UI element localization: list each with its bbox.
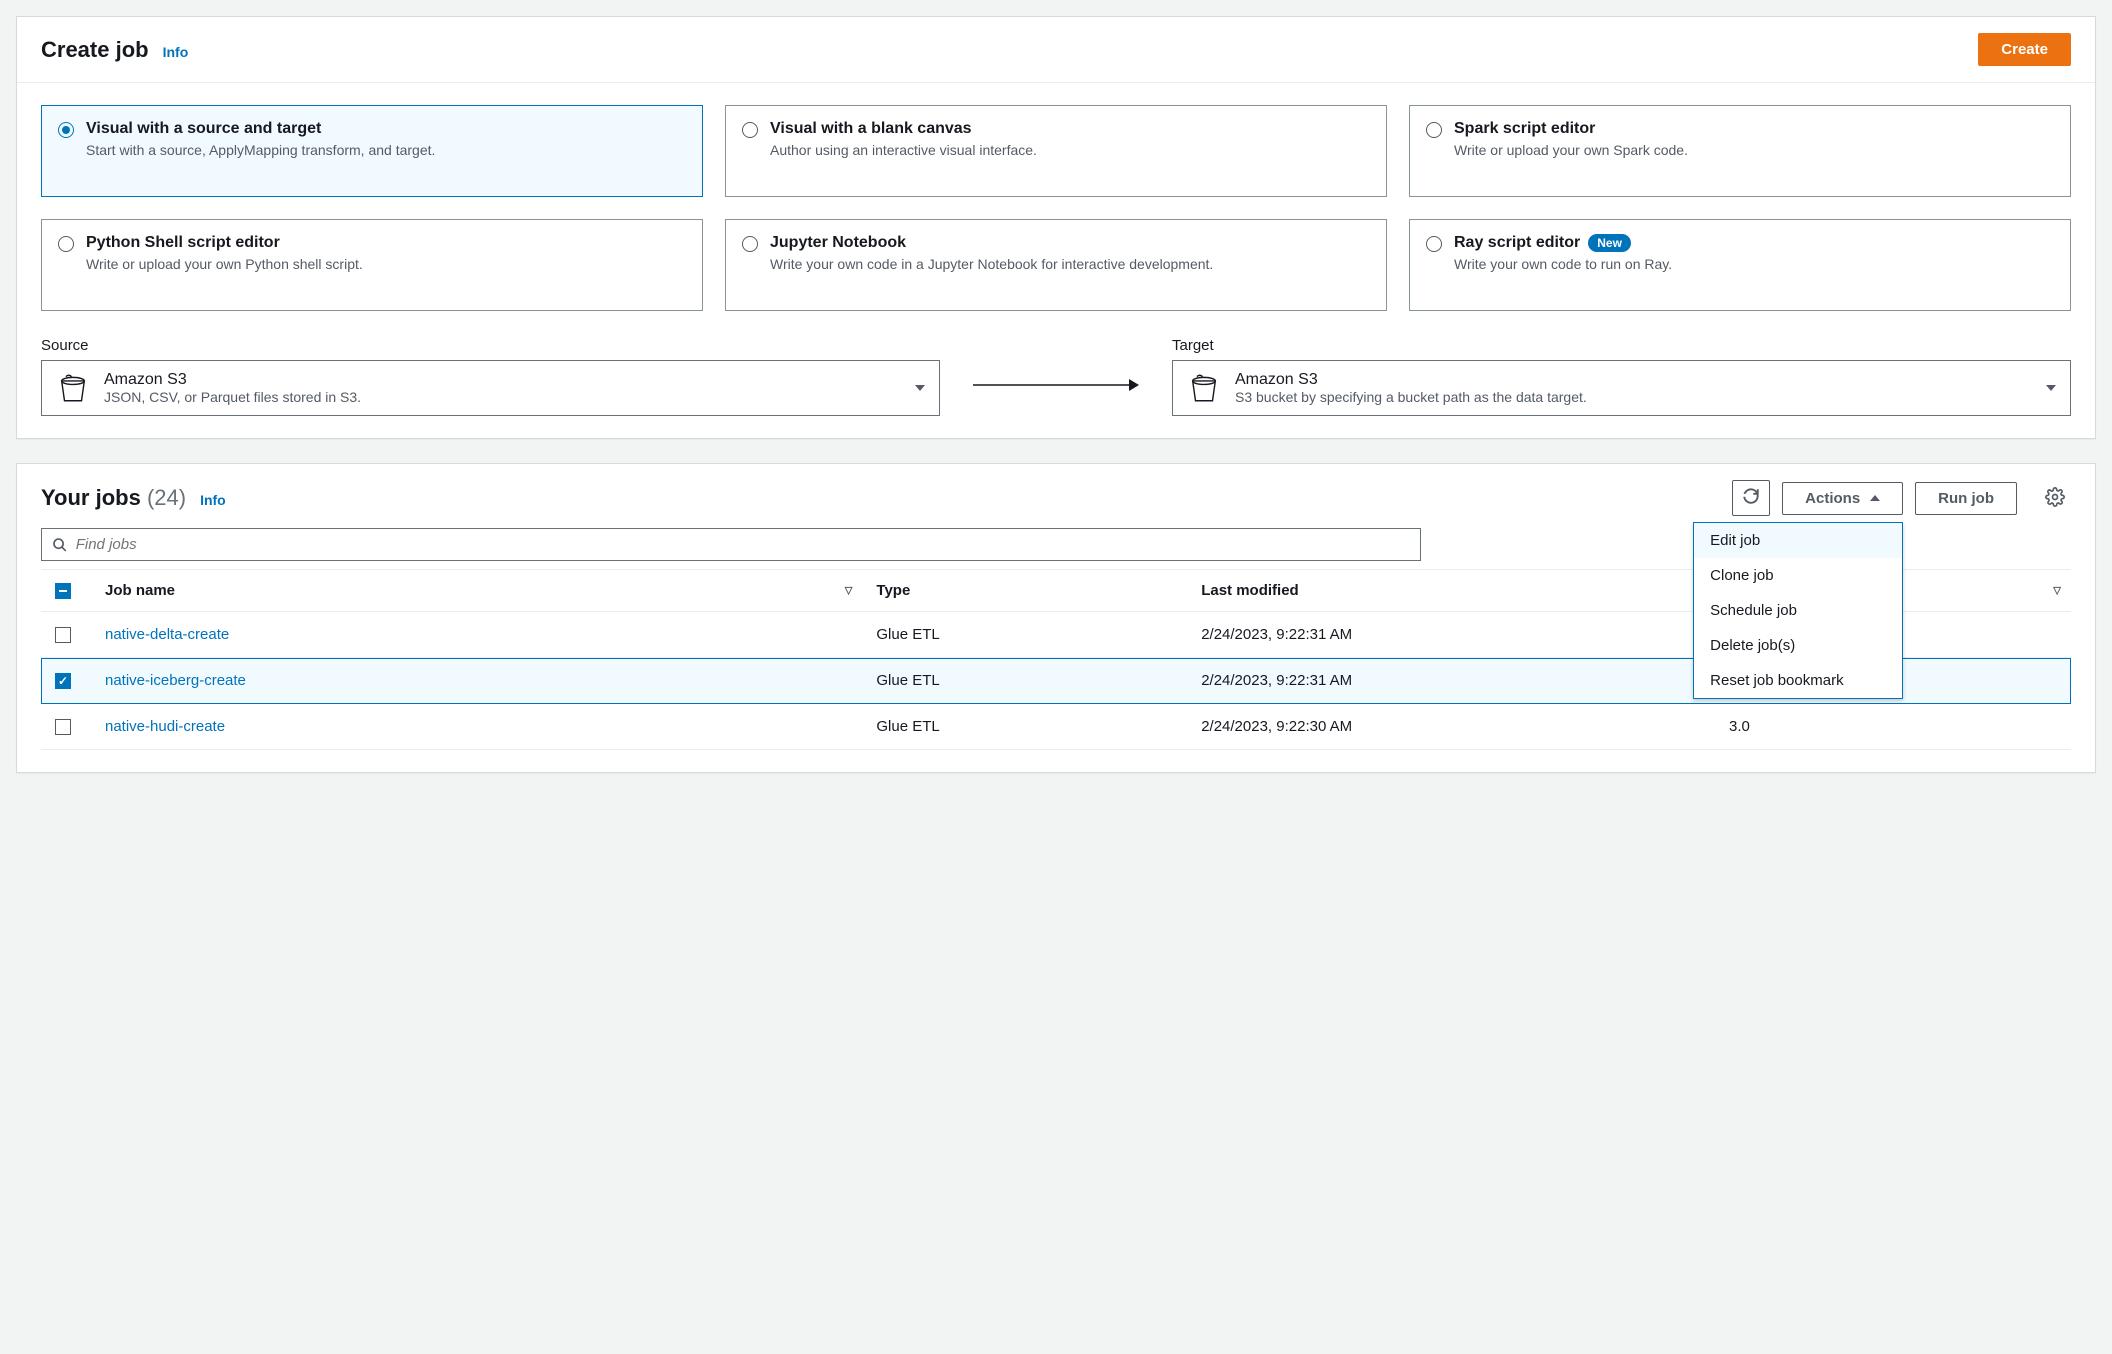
source-target-row: Source Amazon S3 JSON, CSV, or Parquet f… [41,337,2071,416]
option-title: Visual with a blank canvas [770,120,1037,138]
chevron-down-icon [2046,385,2056,391]
select-all-checkbox[interactable] [55,583,71,599]
job-modified: 2/24/2023, 9:22:31 AM [1187,658,1715,704]
job-name-link[interactable]: native-delta-create [105,626,229,643]
target-title: Amazon S3 [1235,371,1587,389]
option-desc: Write your own code in a Jupyter Noteboo… [770,255,1213,275]
target-select[interactable]: Amazon S3 S3 bucket by specifying a buck… [1172,360,2071,416]
job-type-option[interactable]: Spark script editor Write or upload your … [1409,105,2071,197]
your-jobs-title-text: Your jobs [41,485,141,510]
new-badge: New [1588,234,1631,252]
sort-icon[interactable]: ▽ [2053,585,2061,596]
job-name-link[interactable]: native-iceberg-create [105,672,246,689]
radio-icon [742,122,758,138]
gear-icon [2045,487,2065,507]
actions-menu: Edit jobClone jobSchedule jobDelete job(… [1693,522,1903,699]
col-last-modified[interactable]: Last modified [1201,582,1299,599]
refresh-button[interactable] [1732,480,1770,516]
option-desc: Write your own code to run on Ray. [1454,255,1672,275]
bucket-icon [1187,371,1221,405]
your-jobs-panel: Your jobs (24) Info Actions Edit jobClon… [16,463,2096,773]
radio-icon [58,122,74,138]
settings-button[interactable] [2039,481,2071,516]
option-desc: Write or upload your own Python shell sc… [86,255,363,275]
jobs-toolbar: Actions Edit jobClone jobSchedule jobDel… [1732,480,2071,516]
option-title: Python Shell script editor [86,234,363,252]
actions-menu-item[interactable]: Schedule job [1694,593,1902,628]
caret-up-icon [1870,495,1880,501]
target-desc: S3 bucket by specifying a bucket path as… [1235,389,1587,405]
sort-icon[interactable]: ▽ [845,585,853,596]
actions-label: Actions [1805,490,1860,507]
actions-menu-item[interactable]: Reset job bookmark [1694,663,1902,698]
job-type: Glue ETL [862,704,1187,750]
refresh-icon [1742,487,1760,505]
your-jobs-count: (24) [147,485,186,510]
your-jobs-header: Your jobs (24) Info Actions Edit jobClon… [17,464,2095,524]
job-type-option[interactable]: Visual with a blank canvas Author using a… [725,105,1387,197]
source-title: Amazon S3 [104,371,361,389]
job-type-option[interactable]: Python Shell script editor Write or uploa… [41,219,703,311]
create-button[interactable]: Create [1978,33,2071,66]
radio-icon [1426,122,1442,138]
source-label: Source [41,337,940,354]
create-job-header: Create job Info Create [17,17,2095,83]
create-job-title: Create job [41,37,149,63]
source-desc: JSON, CSV, or Parquet files stored in S3… [104,389,361,405]
radio-icon [58,236,74,252]
source-select[interactable]: Amazon S3 JSON, CSV, or Parquet files st… [41,360,940,416]
col-type[interactable]: Type [876,582,910,599]
actions-menu-item[interactable]: Clone job [1694,558,1902,593]
actions-menu-item[interactable]: Delete job(s) [1694,628,1902,663]
option-desc: Start with a source, ApplyMapping transf… [86,141,435,161]
table-row: native-hudi-create Glue ETL2/24/2023, 9:2… [41,704,2071,750]
run-job-button[interactable]: Run job [1915,482,2017,515]
job-type-options: Visual with a source and target Start wit… [41,105,2071,311]
radio-icon [1426,236,1442,252]
search-jobs[interactable] [41,528,1421,561]
job-type-option[interactable]: Ray script editorNew Write your own code … [1409,219,2071,311]
create-job-panel: Create job Info Create Visual with a sou… [16,16,2096,439]
col-job-name[interactable]: Job name [105,582,175,599]
chevron-down-icon [915,385,925,391]
search-input[interactable] [76,536,1411,553]
info-link[interactable]: Info [200,492,226,508]
job-type-option[interactable]: Visual with a source and target Start wit… [41,105,703,197]
target-label: Target [1172,337,2071,354]
actions-button[interactable]: Actions [1782,482,1903,515]
info-link[interactable]: Info [163,44,189,60]
job-type-option[interactable]: Jupyter Notebook Write your own code in a… [725,219,1387,311]
option-title: Jupyter Notebook [770,234,1213,252]
radio-icon [742,236,758,252]
job-type: Glue ETL [862,612,1187,658]
option-desc: Author using an interactive visual inter… [770,141,1037,161]
search-icon [52,537,68,553]
arrow-icon [971,375,1141,395]
option-desc: Write or upload your own Spark code. [1454,141,1688,161]
actions-menu-item[interactable]: Edit job [1694,523,1902,558]
job-version: 3.0 [1715,704,2071,750]
job-name-link[interactable]: native-hudi-create [105,718,225,735]
job-type: Glue ETL [862,658,1187,704]
job-modified: 2/24/2023, 9:22:30 AM [1187,704,1715,750]
bucket-icon [56,371,90,405]
source-to-target-arrow [956,354,1156,416]
row-checkbox[interactable] [55,673,71,689]
row-checkbox[interactable] [55,627,71,643]
option-title: Ray script editorNew [1454,234,1672,252]
job-modified: 2/24/2023, 9:22:31 AM [1187,612,1715,658]
option-title: Visual with a source and target [86,120,435,138]
your-jobs-title: Your jobs (24) [41,485,186,511]
option-title: Spark script editor [1454,120,1688,138]
row-checkbox[interactable] [55,719,71,735]
